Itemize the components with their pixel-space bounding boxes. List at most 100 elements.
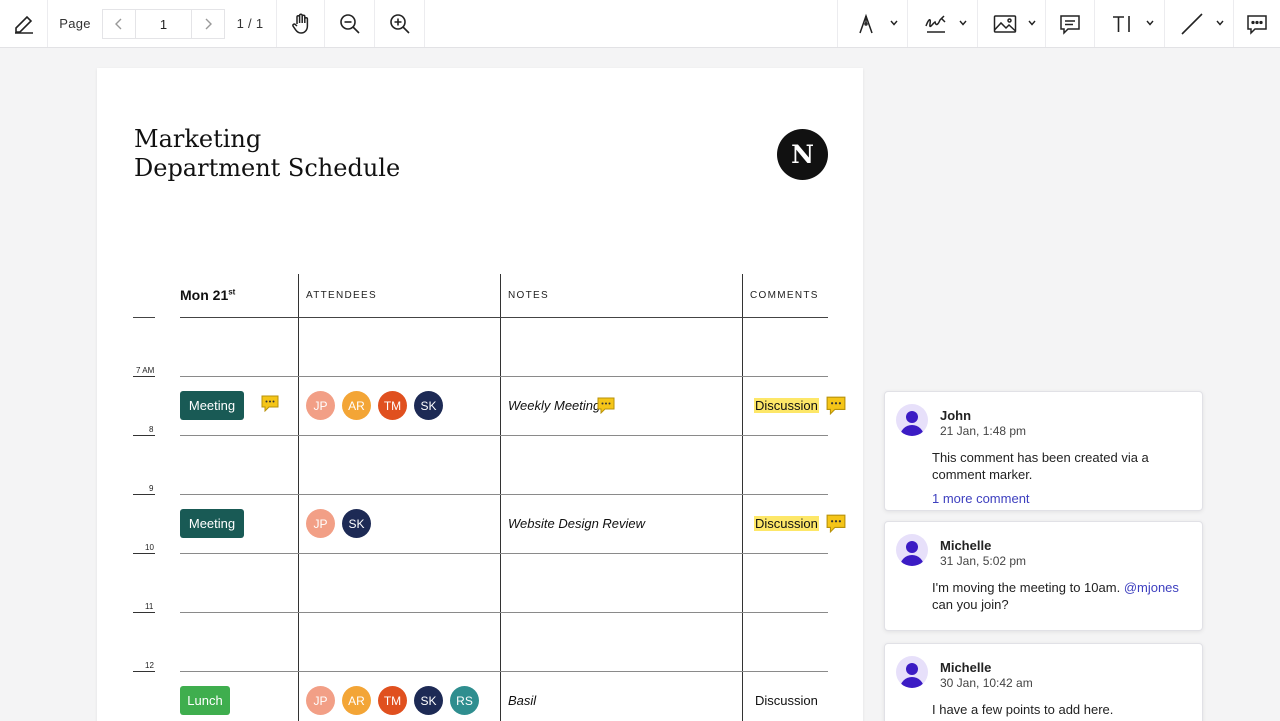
- attendee-avatar[interactable]: TM: [378, 391, 407, 420]
- attendee-list: JP SK: [306, 509, 371, 538]
- attendee-avatar[interactable]: JP: [306, 391, 335, 420]
- comment-text-part: I'm moving the meeting to 10am.: [932, 580, 1121, 595]
- title-line-1: Marketing: [134, 125, 262, 153]
- attendee-avatar[interactable]: TM: [378, 686, 407, 715]
- event-comment: Discussion: [755, 693, 818, 708]
- comment-text: This comment has been created via a comm…: [932, 450, 1149, 482]
- note-icon: [1060, 14, 1080, 35]
- page-title: Marketing Department Schedule: [134, 125, 474, 183]
- hour-tick: [133, 435, 155, 436]
- attendee-avatar[interactable]: SK: [342, 509, 371, 538]
- page-label: Page: [59, 16, 91, 31]
- comment-text: I'm moving the meeting to 10am. @mjones …: [932, 579, 1182, 613]
- comment-marker-icon[interactable]: [261, 395, 279, 412]
- comment-text-part: can you join?: [932, 597, 1009, 612]
- comment-marker-icon[interactable]: [826, 396, 846, 415]
- comment-card[interactable]: Michelle 30 Jan, 10:42 am I have a few p…: [884, 643, 1203, 721]
- attendee-avatar[interactable]: RS: [450, 686, 479, 715]
- event-note: Weekly Meeting: [508, 398, 601, 413]
- attendee-list: JP AR TM SK RS: [306, 686, 479, 715]
- attendee-list: JP AR TM SK: [306, 391, 443, 420]
- comments-panel-button[interactable]: [1234, 0, 1280, 47]
- hour-tick: [133, 612, 155, 613]
- event-tag-meeting[interactable]: Meeting: [180, 509, 244, 538]
- ink-icon: [858, 13, 873, 33]
- text-icon: [1112, 15, 1130, 32]
- comment-card[interactable]: John 21 Jan, 1:48 pm This comment has be…: [884, 391, 1203, 511]
- event-note: Website Design Review: [508, 516, 646, 531]
- comment-marker-icon[interactable]: [826, 514, 846, 533]
- pen-tool-button[interactable]: [0, 0, 47, 47]
- hour-tick: [133, 494, 155, 495]
- comment-card[interactable]: Michelle 31 Jan, 5:02 pm I'm moving the …: [884, 521, 1203, 631]
- attendee-avatar[interactable]: JP: [306, 509, 335, 538]
- hour-label: 7 AM: [136, 366, 155, 375]
- event-tag-lunch[interactable]: Lunch: [180, 686, 230, 715]
- avatar: [896, 404, 928, 436]
- hand-icon: [291, 13, 308, 34]
- row-rule: [180, 494, 828, 495]
- zoom-out-button[interactable]: [325, 0, 374, 47]
- mention-link[interactable]: @mjones: [1124, 580, 1179, 595]
- attendee-avatar[interactable]: SK: [414, 391, 443, 420]
- column-divider: [500, 274, 501, 721]
- event-comment-highlight[interactable]: Discussion: [754, 398, 819, 413]
- note-tool-button[interactable]: [1046, 0, 1094, 47]
- comments-icon: [1247, 14, 1267, 35]
- page-number-input[interactable]: 1: [135, 9, 192, 39]
- avatar: [896, 656, 928, 688]
- column-divider: [298, 274, 299, 721]
- document-page: Marketing Department Schedule N Mon 21st…: [97, 68, 863, 721]
- event-comment-highlight[interactable]: Discussion: [754, 516, 819, 531]
- hour-label: 9: [149, 484, 154, 493]
- prev-page-button[interactable]: [102, 9, 136, 39]
- row-rule: [180, 612, 828, 613]
- hour-tick: [133, 553, 155, 554]
- hour-label: 11: [145, 602, 154, 611]
- text-tool-button[interactable]: [1095, 0, 1164, 47]
- chevron-down-icon: [1146, 20, 1154, 26]
- zoom-in-icon: [389, 13, 410, 34]
- header-rule: [180, 317, 828, 318]
- comment-author: Michelle: [940, 660, 992, 675]
- row-rule: [180, 553, 828, 554]
- comment-text: I have a few points to add here.: [932, 702, 1114, 717]
- event-tag-meeting[interactable]: Meeting: [180, 391, 244, 420]
- event-note: Basil: [508, 693, 537, 708]
- zoom-in-button[interactable]: [375, 0, 424, 47]
- row-rule: [180, 435, 828, 436]
- column-header-notes: NOTES: [508, 290, 549, 301]
- toolbar: Page 1 1 / 1: [0, 0, 1280, 48]
- chevron-down-icon: [1216, 20, 1224, 26]
- more-comments-link[interactable]: 1 more comment: [932, 491, 1030, 506]
- row-rule: [180, 671, 828, 672]
- pan-tool-button[interactable]: [277, 0, 324, 47]
- comment-author: Michelle: [940, 538, 992, 553]
- image-tool-button[interactable]: [978, 0, 1045, 47]
- comment-marker-icon[interactable]: [597, 397, 615, 414]
- hour-label: 8: [149, 425, 154, 434]
- hour-tick: [133, 671, 155, 672]
- chevron-down-icon: [1028, 20, 1036, 26]
- line-tool-button[interactable]: [1165, 0, 1233, 47]
- next-page-button[interactable]: [191, 9, 225, 39]
- chevron-down-icon: [959, 20, 967, 26]
- image-icon: [993, 14, 1016, 33]
- day-heading: Mon 21st: [180, 287, 236, 303]
- attendee-avatar[interactable]: SK: [414, 686, 443, 715]
- column-divider: [742, 274, 743, 721]
- comment-author: John: [940, 408, 972, 423]
- ink-tool-button[interactable]: [838, 0, 907, 47]
- column-header-attendees: ATTENDEES: [306, 290, 377, 301]
- chevron-right-icon: [205, 18, 212, 30]
- row-rule: [180, 376, 828, 377]
- attendee-avatar[interactable]: AR: [342, 686, 371, 715]
- chevron-left-icon: [115, 18, 122, 30]
- attendee-avatar[interactable]: AR: [342, 391, 371, 420]
- line-icon: [1181, 12, 1203, 35]
- attendee-avatar[interactable]: JP: [306, 686, 335, 715]
- hour-label: 10: [145, 543, 154, 552]
- signature-tool-button[interactable]: [908, 0, 977, 47]
- signature-icon: [924, 14, 946, 33]
- comment-timestamp: 21 Jan, 1:48 pm: [940, 424, 1027, 438]
